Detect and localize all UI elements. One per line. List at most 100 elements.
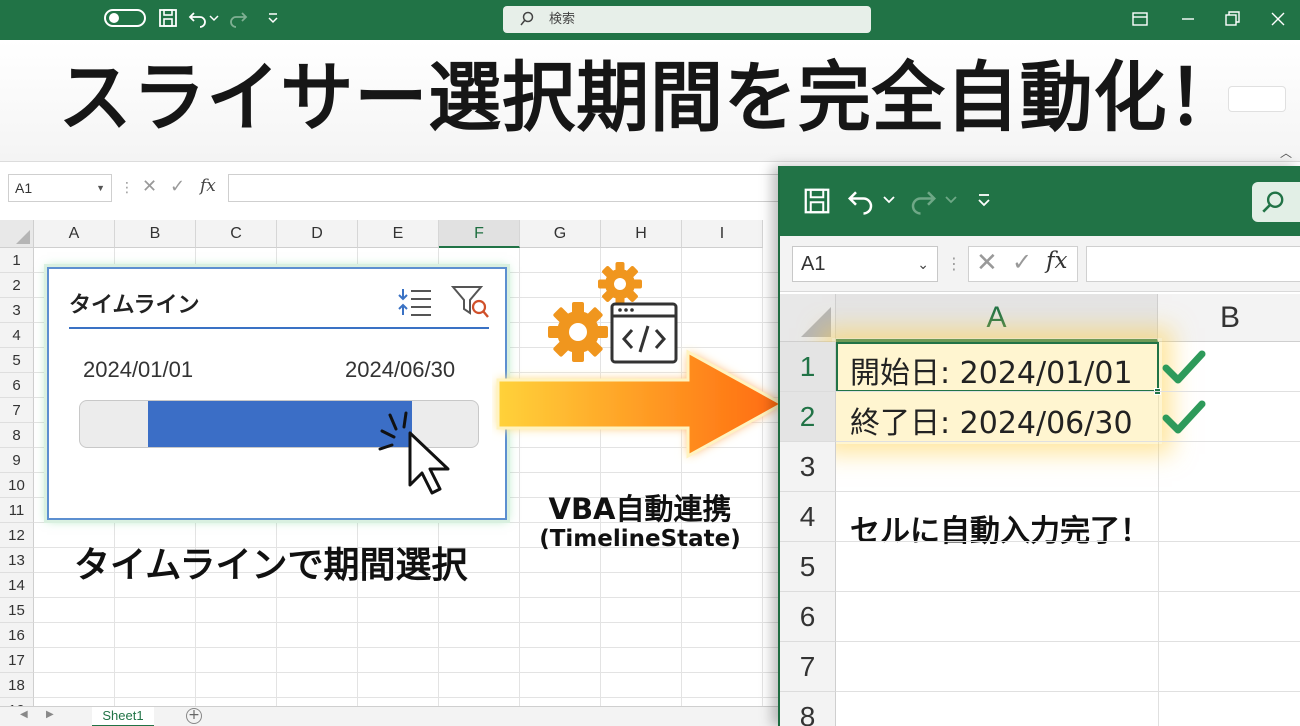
row-header-2[interactable]: 2 [0,273,34,298]
name-box[interactable]: A1 ▼ [8,174,112,202]
customize-toolbar-icon[interactable] [266,6,280,30]
autosave-toggle-icon[interactable] [104,9,146,27]
row-header-11[interactable]: 11 [0,498,34,523]
sheet-next-icon[interactable]: ▶ [46,709,54,720]
close-icon[interactable] [1268,9,1288,29]
search-box[interactable] [1252,182,1300,222]
column-header-f[interactable]: F [439,220,520,248]
save-icon[interactable] [156,6,180,30]
cell-a4[interactable]: セルに自動入力完了！ [850,506,1150,550]
select-all-corner[interactable] [780,294,836,342]
redo-icon[interactable] [908,186,938,216]
cell-a2[interactable]: 終了日: 2024/06/30 [850,398,1133,442]
row-header-13[interactable]: 13 [0,548,34,573]
clear-filter-icon[interactable] [451,283,491,319]
search-box[interactable]: 検索 [503,6,871,33]
row-header-9[interactable]: 9 [0,448,34,473]
collapse-ribbon-icon[interactable]: ︿ [1280,144,1292,161]
grid-row-line [34,597,780,598]
insert-function-icon[interactable]: fx [1046,248,1067,274]
redo-dropdown-icon[interactable] [944,192,958,208]
add-sheet-icon[interactable]: + [186,708,202,724]
row-header-2[interactable]: 2 [780,392,836,442]
row-header-7[interactable]: 7 [780,642,836,692]
sheet-tab[interactable]: Sheet1 [92,707,154,726]
row-header-6[interactable]: 6 [0,373,34,398]
formula-bar-separator: ⋮ [946,254,962,273]
row-header-3[interactable]: 3 [780,442,836,492]
row-header-16[interactable]: 16 [0,623,34,648]
result-excel-window: A1 ⌄ ⋮ ✕ ✓ fx A B 開始日: 2024/01/01 終了日: 2… [778,166,1300,726]
row-header-1[interactable]: 1 [0,248,34,273]
sheet-tab-bar: ◀ ▶ Sheet1 + [0,706,780,726]
row-header-8[interactable]: 8 [0,423,34,448]
select-all-corner[interactable] [0,220,34,248]
column-header-d[interactable]: D [277,220,358,248]
customize-toolbar-icon[interactable] [976,190,992,210]
result-window-title-bar [780,166,1300,236]
name-box[interactable]: A1 ⌄ [792,246,938,282]
vba-subtitle: (TimelineState) [539,526,741,552]
timeline-divider [69,327,489,329]
row-header-1[interactable]: 1 [780,342,836,392]
sheet-prev-icon[interactable]: ◀ [20,709,28,720]
row-header-18[interactable]: 18 [0,673,34,698]
formula-bar: A1 ▼ ⋮ ✕ ✓ fx [0,170,788,206]
column-header-b[interactable]: B [115,220,196,248]
column-header-i[interactable]: I [682,220,763,248]
cancel-icon[interactable]: ✕ [142,176,157,197]
formula-input[interactable] [228,174,788,202]
row-header-4[interactable]: 4 [780,492,836,542]
grid-row-line [836,591,1300,592]
enter-icon[interactable]: ✓ [1012,248,1032,276]
column-header-a[interactable]: A [836,294,1158,342]
row-header-8[interactable]: 8 [780,692,836,726]
cancel-icon[interactable]: ✕ [976,248,998,278]
timeline-caption: タイムラインで期間選択 [74,545,468,586]
row-header-17[interactable]: 17 [0,648,34,673]
row-header-10[interactable]: 10 [0,473,34,498]
ribbon-display-icon[interactable] [1130,9,1150,29]
mouse-cursor-icon [378,411,450,495]
row-header-3[interactable]: 3 [0,298,34,323]
timeline-start-date: 2024/01/01 [83,357,194,382]
undo-icon[interactable] [186,6,210,30]
column-header-c[interactable]: C [196,220,277,248]
grid-row-line [34,647,780,648]
formula-input[interactable] [1086,246,1300,282]
row-header-7[interactable]: 7 [0,398,34,423]
redo-icon[interactable] [226,6,250,30]
row-header-12[interactable]: 12 [0,523,34,548]
vba-title: VBA自動連携 [548,492,732,526]
minimize-icon[interactable] [1178,9,1198,29]
undo-dropdown-icon[interactable] [208,6,220,30]
save-icon[interactable] [802,186,832,216]
timeline-selection-bar[interactable] [148,401,412,447]
row-header-15[interactable]: 15 [0,598,34,623]
chevron-down-icon: ▼ [96,183,105,193]
multi-select-icon[interactable] [397,285,433,319]
column-header-b[interactable]: B [1158,294,1300,342]
cell-a1[interactable]: 開始日: 2024/01/01 [850,348,1133,392]
grid-row-line [34,622,780,623]
enter-icon[interactable]: ✓ [170,176,185,197]
column-header-h[interactable]: H [601,220,682,248]
row-header-6[interactable]: 6 [780,592,836,642]
insert-function-icon[interactable]: fx [200,176,216,196]
row-header-4[interactable]: 4 [0,323,34,348]
column-header-e[interactable]: E [358,220,439,248]
restore-icon[interactable] [1222,9,1242,29]
row-header-5[interactable]: 5 [0,348,34,373]
undo-icon[interactable] [846,186,876,216]
column-header-a[interactable]: A [34,220,115,248]
grid-row-line [34,697,780,698]
column-header-g[interactable]: G [520,220,601,248]
row-header-5[interactable]: 5 [780,542,836,592]
chevron-down-icon: ⌄ [917,256,929,272]
row-header-19[interactable]: 19 [0,698,34,706]
grid-row-line [836,441,1300,442]
banner: スライサー選択期間を完全自動化！ [0,40,1300,162]
undo-dropdown-icon[interactable] [882,192,896,208]
grid-row-line [34,672,780,673]
row-header-14[interactable]: 14 [0,573,34,598]
